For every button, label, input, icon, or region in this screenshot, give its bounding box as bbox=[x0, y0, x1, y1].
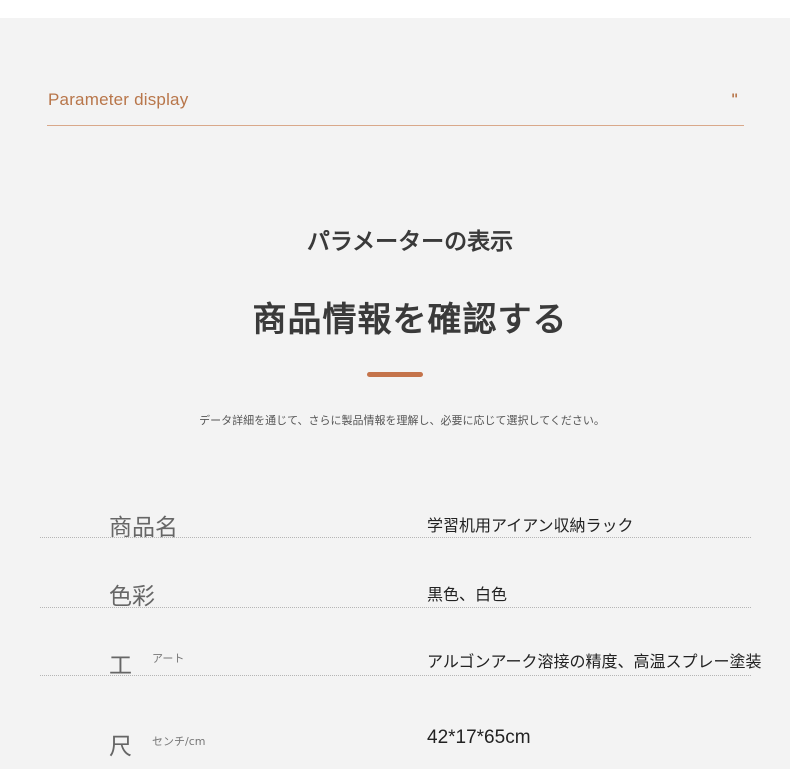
header-divider bbox=[47, 125, 744, 126]
spec-label: 色彩 bbox=[109, 584, 155, 610]
spec-value: 42*17*65cm bbox=[427, 727, 531, 748]
sub-heading: パラメーターの表示 bbox=[306, 229, 514, 255]
spec-value: アルゴンアーク溶接の精度、高温スプレー塗装 bbox=[427, 652, 762, 671]
spec-sublabel: センチ/cm bbox=[152, 735, 206, 748]
row-divider bbox=[40, 537, 751, 538]
spec-value: 学習机用アイアン収納ラック bbox=[427, 516, 634, 535]
spec-value: 黒色、白色 bbox=[427, 585, 508, 604]
section-header-title: Parameter display bbox=[48, 90, 189, 109]
row-divider bbox=[40, 675, 751, 676]
accent-bar bbox=[367, 372, 423, 377]
description-text: データ詳細を通じて、さらに製品情報を理解し、必要に応じて選択してください。 bbox=[199, 414, 605, 427]
main-heading: 商品情報を確認する bbox=[252, 300, 568, 340]
quote-mark-icon: " bbox=[731, 92, 739, 108]
spec-label: 尺 bbox=[109, 734, 132, 760]
row-divider bbox=[40, 607, 751, 608]
spec-sublabel: アート bbox=[152, 652, 185, 665]
